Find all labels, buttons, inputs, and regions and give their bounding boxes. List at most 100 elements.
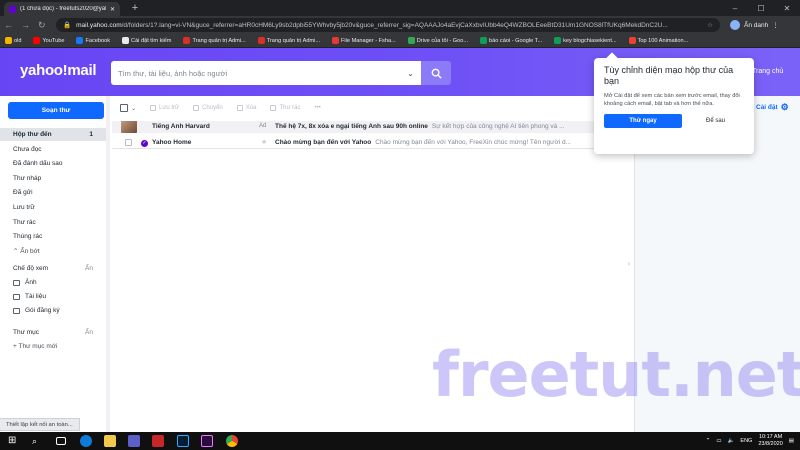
chevron-down-icon[interactable]: ⌄ (131, 105, 136, 112)
sidebar-item-starred[interactable]: Đã đánh dấu sao (0, 157, 106, 170)
chrome-icon[interactable] (226, 435, 238, 447)
bookmark-item[interactable]: key blogchiasekient... (554, 37, 617, 44)
minimize-icon[interactable]: – (722, 4, 748, 13)
bookmark-item[interactable]: Trang quản trị Admi... (257, 37, 321, 44)
home-link[interactable]: Trang chủ (752, 68, 783, 75)
forward-icon[interactable]: → (21, 20, 30, 30)
sidebar-item-spam[interactable]: Thư rác (0, 216, 106, 229)
bookmark-item[interactable]: YouTube (33, 37, 64, 44)
bookmark-item[interactable]: File Manager - Fsha... (332, 37, 396, 44)
chevron-down-icon[interactable]: ⌄ (407, 69, 414, 78)
url-domain: mail.yahoo.com (76, 21, 122, 29)
menu-dots-icon[interactable]: ⋮ (772, 21, 779, 29)
bookmark-label: Trang quản trị Admi... (266, 37, 321, 44)
sidebar-view-0[interactable]: Ảnh (0, 276, 106, 289)
store-icon[interactable] (128, 435, 140, 447)
nav-label: Đã đánh dấu sao (13, 160, 63, 168)
nav-label: Chưa đọc (13, 145, 42, 153)
photoshop-icon[interactable] (177, 435, 189, 447)
bookmark-label: key blogchiasekient... (563, 37, 617, 44)
back-icon[interactable]: ← (4, 20, 13, 30)
bookmark-item[interactable]: Top 100 Animation... (628, 37, 688, 44)
hide-folders-link[interactable]: Ẩn (85, 329, 93, 336)
task-view-icon[interactable] (56, 437, 66, 445)
more-button[interactable]: ••• (314, 105, 320, 111)
bookmark-item[interactable]: old (5, 37, 21, 44)
search-button[interactable] (421, 61, 451, 85)
select-all-checkbox[interactable] (120, 104, 128, 112)
bookmarks-bar: old YouTube Facebook Cài đặt tìm kiếm Trang … (0, 34, 800, 48)
maximize-icon[interactable]: ☐ (748, 4, 774, 13)
new-folder-button[interactable]: + Thư mục mới (0, 340, 106, 353)
bookmark-label: YouTube (42, 37, 65, 44)
sidebar-view-1[interactable]: Tài liệu (0, 290, 106, 303)
move-button[interactable]: Chuyển (193, 105, 223, 111)
incognito-profile[interactable]: Ẩn danh ⋮ (730, 18, 779, 32)
bookmark-favicon-icon (480, 37, 488, 44)
address-bar[interactable]: 🔒 mail.yahoo.com/d/folders/1?.lang=vi-VN… (56, 18, 720, 32)
clock[interactable]: 10:17 AM 23/8/2020 (758, 434, 782, 448)
windows-start-icon[interactable]: ⊞ (8, 435, 20, 447)
settings-link[interactable]: Cài đặt ⚙ (756, 102, 789, 113)
language-indicator[interactable]: ENG (740, 438, 752, 444)
toolbar-label: Thư rác (279, 105, 301, 111)
message-row[interactable]: Tiếng Anh Harvard Ad Thế hệ 7x, 8x xóa e… (112, 121, 632, 133)
bookmark-item[interactable]: Drive của tôi - Goo... (407, 37, 469, 44)
nav-label: Chế độ xem (13, 265, 49, 272)
sidebar-item-archive[interactable]: Lưu trữ (0, 201, 106, 214)
later-button[interactable]: Để sau (706, 118, 725, 124)
sidebar-item-trash[interactable]: Thùng rác (0, 230, 106, 243)
archive-button[interactable]: Lưu trữ (150, 105, 179, 111)
reload-icon[interactable]: ↻ (38, 20, 46, 31)
volume-icon[interactable]: 🔈 (728, 438, 735, 444)
bookmark-item[interactable]: Cài đặt tìm kiếm (122, 37, 171, 44)
nav-label: Thư rác (13, 218, 36, 226)
spam-icon (270, 105, 277, 111)
message-row[interactable]: ✓ Yahoo Home ★ Chào mừng bạn đến với Yah… (112, 137, 632, 149)
search-icon[interactable]: ⌕ (32, 435, 44, 447)
sidebar-item-drafts[interactable]: Thư nháp (0, 172, 106, 185)
sidebar-item-inbox[interactable]: Hộp thư đến 1 (0, 128, 106, 141)
try-now-button[interactable]: Thử ngay (604, 114, 682, 128)
bookmark-item[interactable]: Facebook (76, 37, 110, 44)
app-icon[interactable] (152, 435, 164, 447)
message-checkbox[interactable] (125, 139, 132, 146)
search-input[interactable]: Tìm thư, tài liệu, ảnh hoặc người ⌄ (111, 61, 421, 85)
popover-title: Tùy chỉnh diện mạo hộp thư của bạn (604, 65, 734, 86)
sidebar-item-sent[interactable]: Đã gửi (0, 186, 106, 199)
new-tab-button[interactable]: + (128, 2, 142, 14)
message-sender: Yahoo Home (152, 139, 192, 146)
network-icon[interactable]: ▭ (716, 438, 721, 444)
nav-label: Thư mục (13, 329, 40, 336)
premiere-icon[interactable] (201, 435, 213, 447)
bookmark-favicon-icon (76, 37, 84, 44)
compose-button[interactable]: Soạn thư (8, 102, 104, 119)
bookmark-item[interactable]: Trang quản trị Admi... (183, 37, 246, 44)
close-tab-icon[interactable]: ✕ (110, 6, 115, 13)
sidebar-item-unread[interactable]: Chưa đọc (0, 143, 106, 156)
profile-label: Ẩn danh (744, 21, 769, 29)
hide-views-link[interactable]: Ẩn (85, 265, 93, 272)
tray-arrow-icon[interactable]: ⌃ (706, 438, 711, 444)
notifications-icon[interactable]: ▤ (789, 438, 794, 444)
sidebar-view-2[interactable]: Gói đăng ký (0, 304, 106, 317)
sidebar-scrollbar[interactable] (106, 96, 110, 432)
close-window-icon[interactable]: ✕ (774, 4, 800, 13)
delete-button[interactable]: Xóa (236, 105, 256, 111)
edge-icon[interactable] (80, 435, 92, 447)
star-icon[interactable]: ★ (261, 138, 267, 146)
spam-button[interactable]: Thư rác (270, 105, 300, 111)
yahoo-badge-icon: ✓ (141, 140, 148, 147)
collapse-pane-button[interactable]: › (624, 258, 634, 268)
message-subject: Thế hệ 7x, 8x xóa e ngại tiếng Anh sau 9… (275, 123, 428, 130)
archive-icon (150, 105, 157, 111)
yahoo-mail-logo[interactable]: yahoo!mail (20, 62, 96, 79)
browser-tab[interactable]: (1 chưa đọc) - freetuts2020@yah… ✕ (4, 2, 120, 16)
bookmark-favicon-icon (33, 37, 41, 44)
bookmark-item[interactable]: báo cáoi - Google T... (480, 37, 542, 44)
bookmark-star-icon[interactable]: ☆ (707, 21, 713, 29)
bookmark-label: Drive của tôi - Goo... (416, 37, 469, 44)
sidebar-item-show-less[interactable]: ⌃ Ẩn bớt (0, 245, 106, 258)
gear-icon: ⚙ (780, 102, 789, 112)
file-explorer-icon[interactable] (104, 435, 116, 447)
